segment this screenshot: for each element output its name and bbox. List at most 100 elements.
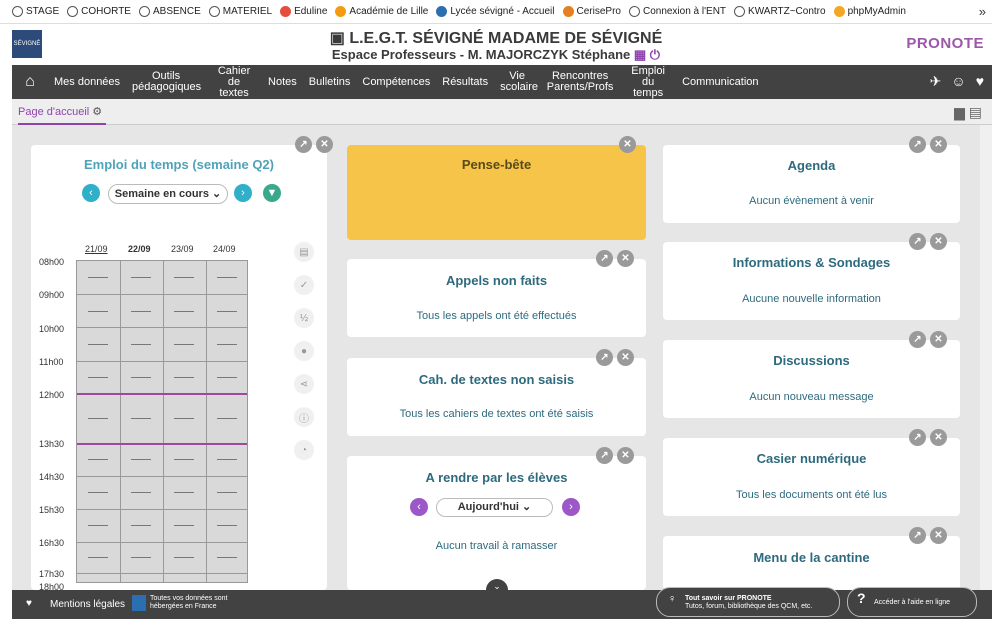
edt-title[interactable]: Emploi du temps (semaine Q2) [31, 157, 327, 172]
bookmark[interactable]: MATERIEL [208, 6, 272, 17]
power-icon[interactable]: ⏻ [650, 47, 660, 62]
bookmark[interactable]: COHORTE [67, 6, 131, 17]
qr-icon[interactable]: ▦ [634, 47, 646, 62]
nav-vie-scolaire[interactable]: Vie scolaire [494, 71, 540, 93]
twitter-icon[interactable]: ♥ [26, 598, 32, 609]
pdf-icon[interactable]: ▤ [969, 104, 982, 120]
expand-icon[interactable]: ↗ [596, 250, 613, 267]
nav-notes[interactable]: Notes [262, 76, 303, 88]
document-icon[interactable]: ▤ [294, 242, 314, 262]
close-icon[interactable]: ✕ [617, 447, 634, 464]
expand-icon[interactable]: ↗ [909, 136, 926, 153]
close-icon[interactable]: ✕ [930, 233, 947, 250]
nav-rencontres[interactable]: Rencontres Parents/Profs [540, 71, 620, 93]
gear-icon[interactable]: ⚙ [92, 106, 102, 118]
cerise-icon [562, 6, 574, 17]
prev-week-button[interactable]: ‹ [82, 184, 100, 202]
arrow-left-icon[interactable]: ⋖ [294, 374, 314, 394]
globe-icon [734, 6, 746, 17]
save-icon[interactable]: ▆ [954, 104, 965, 120]
bookmark[interactable]: Connexion à l'ENT [628, 6, 726, 17]
nav-resultats[interactable]: Résultats [436, 76, 494, 88]
expand-icon[interactable]: ↗ [909, 331, 926, 348]
globe-icon [138, 6, 150, 17]
casier-title[interactable]: Casier numérique [663, 451, 960, 466]
close-icon[interactable]: ✕ [930, 429, 947, 446]
bookmark[interactable]: Académie de Lille [335, 6, 428, 17]
bookmark[interactable]: STAGE [12, 6, 59, 17]
day-header[interactable]: 23/09 [171, 244, 194, 254]
expand-icon[interactable]: ↗ [909, 527, 926, 544]
appels-title[interactable]: Appels non faits [347, 273, 646, 288]
rendre-title[interactable]: A rendre par les élèves [347, 470, 646, 485]
day-select[interactable]: Aujourd'hui ⌄ [436, 498, 553, 517]
cantine-title[interactable]: Menu de la cantine [663, 550, 960, 565]
close-icon[interactable]: ✕ [316, 136, 333, 153]
nav-outils[interactable]: Outils pédagogiques [126, 71, 206, 93]
pense-bete-card[interactable]: Pense-bête ✕ [347, 136, 646, 240]
nav-bulletins[interactable]: Bulletins [303, 76, 357, 88]
day-header[interactable]: 21/09 [85, 244, 108, 254]
pie-chart-icon[interactable]: ◔ [294, 440, 314, 460]
tout-savoir-button[interactable]: ♀ Tout savoir sur PRONOTE Tutos, forum, bi… [656, 587, 840, 617]
close-icon[interactable]: ✕ [930, 136, 947, 153]
tab-page-accueil[interactable]: Page d'accueil ⚙ [18, 99, 107, 125]
next-week-button[interactable]: › [234, 184, 252, 202]
bookmarks-overflow-icon[interactable]: » [979, 4, 986, 19]
expand-icon[interactable]: ↗ [596, 447, 613, 464]
grid-hour-line [77, 509, 247, 510]
close-icon[interactable]: ✕ [619, 136, 636, 153]
lycee-icon [436, 6, 448, 17]
check-icon[interactable]: ✓ [294, 275, 314, 295]
empty-slot-marker [174, 311, 194, 312]
expand-icon[interactable]: ↗ [596, 349, 613, 366]
bookmark[interactable]: Eduline [280, 6, 327, 17]
expand-icon[interactable]: ↗ [909, 233, 926, 250]
dots-icon[interactable]: ● [294, 341, 314, 361]
day-header[interactable]: 24/09 [213, 244, 236, 254]
hour-label: 09h00 [39, 290, 65, 300]
bookmark[interactable]: Lycée sévigné - Accueil [436, 6, 555, 17]
close-icon[interactable]: ✕ [930, 527, 947, 544]
discussions-title[interactable]: Discussions [663, 353, 960, 368]
send-icon[interactable]: ✈ [930, 73, 942, 90]
bookmark[interactable]: phpMyAdmin [833, 6, 906, 17]
agenda-title[interactable]: Agenda [663, 158, 960, 173]
bookmark[interactable]: ABSENCE [138, 6, 201, 17]
close-icon[interactable]: ✕ [617, 250, 634, 267]
dashboard: Emploi du temps (semaine Q2) ‹ Semaine e… [12, 125, 992, 593]
expand-icon[interactable]: ↗ [909, 429, 926, 446]
cahiers-title[interactable]: Cah. de textes non saisis [347, 372, 646, 387]
scrollbar[interactable] [980, 125, 992, 590]
hour-label: 15h30 [39, 505, 65, 515]
nav-emploi[interactable]: Emploi du temps [620, 65, 676, 99]
day-header[interactable]: 22/09 [128, 244, 151, 254]
close-icon[interactable]: ✕ [930, 331, 947, 348]
week-select[interactable]: Semaine en cours ⌄ [108, 184, 228, 204]
notification-icon[interactable]: ♥ [976, 73, 984, 90]
info-icon[interactable]: ⓘ [294, 407, 314, 427]
empty-slot-marker [174, 418, 194, 419]
expand-icon[interactable]: ↗ [295, 136, 312, 153]
home-icon[interactable]: ⌂ [12, 65, 48, 99]
toolbar-icons: ▆ ▤ [954, 104, 982, 121]
filter-icon[interactable]: ▼ [263, 184, 281, 202]
grid-hour-line [77, 294, 247, 295]
chat-icon[interactable]: ☺ [951, 73, 965, 90]
nav-competences[interactable]: Compétences [356, 76, 436, 88]
grade-icon[interactable]: ½ [294, 308, 314, 328]
bookmark[interactable]: KWARTZ~Contro [734, 6, 826, 17]
timetable-grid[interactable] [76, 260, 248, 583]
infos-title[interactable]: Informations & Sondages [663, 255, 960, 270]
cahiers-card-controls: ↗ ✕ [596, 349, 634, 366]
close-icon[interactable]: ✕ [617, 349, 634, 366]
nav-mes-donnees[interactable]: Mes données [48, 76, 126, 88]
nav-communication[interactable]: Communication [676, 76, 764, 88]
empty-slot-marker [131, 377, 151, 378]
aide-button[interactable]: ? Accéder à l'aide en ligne [847, 587, 977, 617]
nav-cahier[interactable]: Cahier de textes [206, 65, 262, 99]
bookmark[interactable]: CerisePro [562, 6, 621, 17]
mentions-link[interactable]: Mentions légales [50, 599, 125, 610]
prev-day-button[interactable]: ‹ [410, 498, 428, 516]
next-day-button[interactable]: › [562, 498, 580, 516]
